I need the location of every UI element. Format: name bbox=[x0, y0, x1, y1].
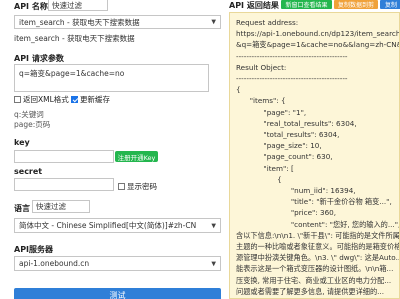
return-xml-label: 返回XML格式 bbox=[23, 95, 69, 104]
chevron-down-icon: ▼ bbox=[211, 222, 216, 229]
result-line: 问题或者需要了解更多信息, 请提供更详细的... bbox=[236, 286, 384, 296]
checkbox-checked-icon bbox=[71, 96, 78, 103]
result-line: "real_total_results": 6304, bbox=[236, 118, 357, 128]
api-select-value: item_search - 获取电天下搜索数据 bbox=[19, 17, 140, 27]
api-params-label: API 请求参数 bbox=[14, 54, 64, 63]
checkbox-icon bbox=[14, 96, 21, 103]
checkbox-icon bbox=[118, 183, 125, 190]
result-panel: API 返回结果 新窗口查看结果 复制数据到剪 复制 Request addre… bbox=[229, 0, 400, 299]
result-line: 压变换, 常用于住宅、商业或工业区的电力分配... bbox=[236, 275, 392, 285]
result-line: 含以下信息:\n\n1. \"新干县\": 可能指的是文件所属... bbox=[236, 230, 400, 240]
secret-label: secret bbox=[14, 167, 43, 176]
result-line: "title": "新干金价谷物 箱变...", bbox=[236, 197, 392, 207]
return-xml-checkbox[interactable]: 返回XML格式 bbox=[14, 94, 69, 105]
result-line: 主题的一种比喻或者象征意义。可能指的是箱变价格... bbox=[236, 242, 400, 252]
server-select-value: api-1.onebound.cn bbox=[19, 259, 90, 268]
result-line: { bbox=[236, 85, 241, 95]
update-cache-label: 更新缓存 bbox=[80, 95, 110, 104]
show-password-checkbox[interactable]: 显示密码 bbox=[118, 181, 157, 192]
chevron-down-icon: ▼ bbox=[211, 260, 216, 267]
test-button[interactable]: 测试 bbox=[14, 288, 221, 299]
result-line: Result Object: bbox=[236, 62, 287, 72]
result-output[interactable]: Request address: https://api-1.onebound.… bbox=[229, 12, 400, 299]
api-name-filter-input[interactable]: 快速过滤 bbox=[48, 0, 108, 11]
show-password-label: 显示密码 bbox=[127, 182, 157, 191]
params-textarea[interactable]: q=箱变&page=1&cache=no bbox=[14, 64, 209, 92]
result-line: 源管理中扮演关键角色。\n3. \" dwg\": 这是Auto... bbox=[236, 253, 400, 263]
secret-input[interactable] bbox=[14, 178, 114, 191]
api-select[interactable]: item_search - 获取电天下搜索数据 ▼ bbox=[14, 15, 221, 29]
language-select[interactable]: 简体中文 - Chinese Simplified[中文(简体)]#zh-CN … bbox=[14, 218, 221, 233]
register-key-button[interactable]: 注册开通Key bbox=[115, 151, 158, 162]
api-description: item_search - 获取电天下搜索数据 bbox=[14, 34, 135, 43]
language-filter-input[interactable]: 快速过滤 bbox=[32, 200, 90, 213]
param-desc-page: page:页码 bbox=[14, 120, 51, 129]
chevron-down-icon: ▼ bbox=[211, 18, 216, 26]
result-title: API 返回结果 bbox=[229, 1, 279, 10]
open-new-window-button[interactable]: 新窗口查看结果 bbox=[281, 0, 332, 9]
key-input[interactable] bbox=[14, 150, 114, 163]
key-label: key bbox=[14, 138, 30, 147]
language-select-value: 简体中文 - Chinese Simplified[中文(简体)]#zh-CN bbox=[19, 221, 197, 230]
result-text: Request address: https://api-1.onebound.… bbox=[230, 13, 400, 298]
result-line: "price": 360, bbox=[236, 208, 337, 218]
result-line: { bbox=[236, 174, 282, 184]
result-line: "page_size": 10, bbox=[236, 141, 322, 151]
result-line: "content": "您好, 您的输入的...", bbox=[236, 219, 400, 229]
copy-button[interactable]: 复制 bbox=[380, 0, 400, 9]
result-line: https://api-1.onebound.cn/dp123/item_sea… bbox=[236, 29, 400, 39]
result-line: "num_iid": 16394, bbox=[236, 186, 356, 196]
result-line: "items": { bbox=[236, 96, 286, 106]
result-line: 能表示这是一个箱式变压器的设计图纸。\n\n箱... bbox=[236, 264, 394, 274]
result-line: &q=箱变&page=1&cache=no&&lang=zh-CN&secret… bbox=[236, 40, 399, 50]
result-line: ----------------------------------------… bbox=[236, 51, 348, 61]
update-cache-checkbox[interactable]: 更新缓存 bbox=[71, 94, 110, 105]
result-line: "total_results": 6304, bbox=[236, 130, 340, 140]
result-line: "page": "1", bbox=[236, 107, 307, 117]
server-select[interactable]: api-1.onebound.cn ▼ bbox=[14, 256, 221, 271]
request-form-panel: API 名称 快速过滤 item_search - 获取电天下搜索数据 ▼ it… bbox=[0, 0, 224, 299]
language-label: 语言 bbox=[14, 204, 30, 213]
result-line: ----------------------------------------… bbox=[236, 74, 348, 84]
result-line: Request address: bbox=[236, 18, 299, 27]
result-line: "item": [ bbox=[236, 163, 294, 173]
api-name-label: API 名称 bbox=[14, 2, 48, 11]
result-line: "page_count": 630, bbox=[236, 152, 333, 162]
copy-data-button[interactable]: 复制数据到剪 bbox=[334, 0, 378, 9]
server-label: API服务器 bbox=[14, 245, 54, 254]
